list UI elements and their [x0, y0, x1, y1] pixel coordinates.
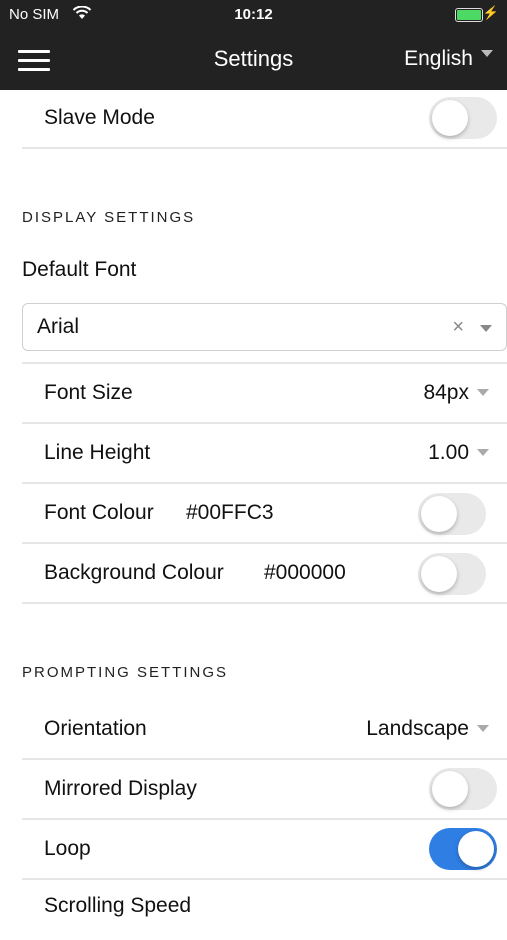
row-slave-mode: Slave Mode	[22, 90, 507, 149]
chevron-down-icon	[477, 725, 489, 732]
nav-bar: Settings English	[0, 30, 507, 90]
charging-icon: ⚡	[482, 5, 499, 20]
font-colour-hex[interactable]: #00FFC3	[186, 501, 274, 525]
row-mirrored-display: Mirrored Display	[22, 760, 507, 820]
row-font-size[interactable]: Font Size 84px	[22, 364, 507, 424]
chevron-down-icon	[480, 325, 492, 332]
section-header-display: DISPLAY SETTINGS	[22, 209, 196, 226]
status-bar: No SIM 10:12 ⚡	[0, 0, 507, 30]
chevron-down-icon	[477, 389, 489, 396]
row-scrolling-speed[interactable]: Scrolling Speed	[22, 880, 507, 940]
battery-icon	[455, 8, 483, 22]
loop-toggle[interactable]	[429, 828, 497, 870]
loop-label: Loop	[44, 837, 91, 860]
language-label: English	[404, 47, 473, 70]
scrolling-speed-label: Scrolling Speed	[44, 894, 192, 917]
mirrored-display-toggle[interactable]	[429, 768, 497, 810]
default-font-label: Default Font	[22, 258, 137, 281]
default-font-value: Arial	[37, 315, 80, 338]
chevron-down-icon	[481, 49, 493, 57]
language-selector[interactable]: English	[404, 47, 493, 71]
clear-icon[interactable]: ×	[452, 316, 464, 339]
font-colour-toggle[interactable]	[418, 493, 486, 535]
default-font-select[interactable]: Arial ×	[22, 303, 507, 351]
line-height-label: Line Height	[44, 441, 151, 464]
slave-mode-label: Slave Mode	[44, 106, 155, 129]
line-height-value: 1.00	[428, 441, 469, 464]
row-font-colour: Font Colour #00FFC3	[22, 484, 507, 544]
row-background-colour: Background Colour #000000	[22, 544, 507, 604]
clock-text: 10:12	[234, 6, 273, 23]
background-colour-label: Background Colour	[44, 561, 224, 584]
font-size-value: 84px	[423, 381, 469, 404]
row-line-height[interactable]: Line Height 1.00	[22, 424, 507, 484]
orientation-label: Orientation	[44, 717, 147, 740]
row-loop: Loop	[22, 820, 507, 880]
background-colour-hex[interactable]: #000000	[264, 561, 346, 585]
chevron-down-icon	[477, 449, 489, 456]
row-orientation[interactable]: Orientation Landscape	[22, 700, 507, 760]
font-size-label: Font Size	[44, 381, 133, 404]
slave-mode-toggle[interactable]	[429, 97, 497, 139]
orientation-value: Landscape	[366, 717, 469, 740]
section-header-prompting: PROMPTING SETTINGS	[22, 664, 229, 681]
font-colour-label: Font Colour	[44, 501, 154, 524]
background-colour-toggle[interactable]	[418, 553, 486, 595]
mirrored-display-label: Mirrored Display	[44, 777, 197, 800]
